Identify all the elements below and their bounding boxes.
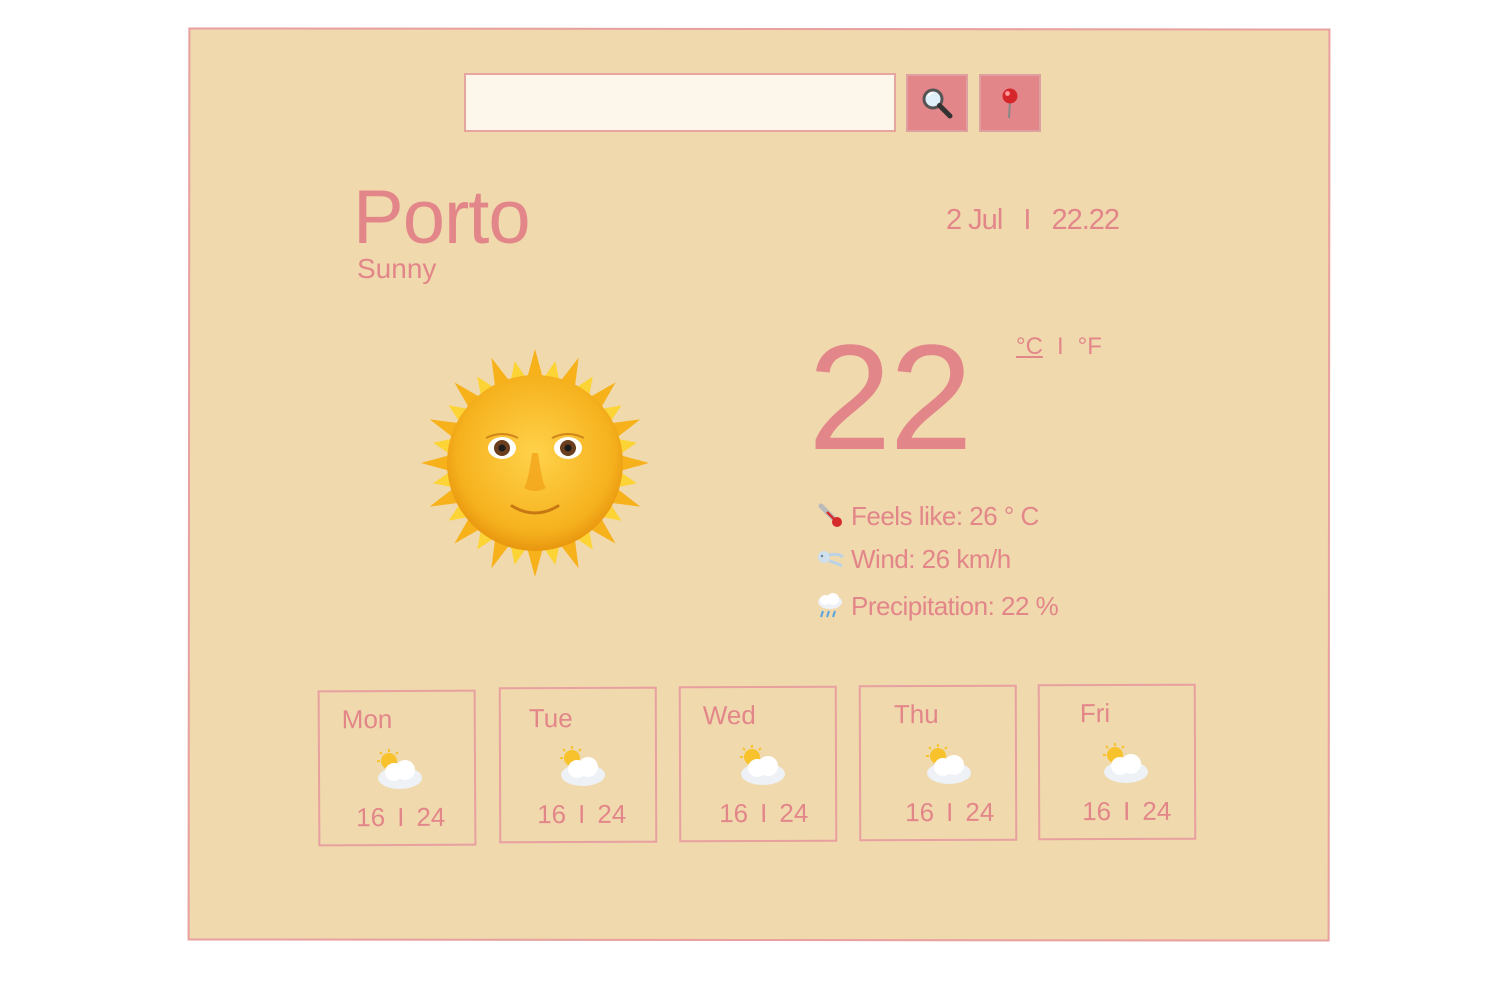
forecast-temp-range: 16 I 24: [719, 797, 809, 829]
celsius-link[interactable]: °C: [1016, 333, 1043, 360]
precipitation-text: Precipitation: 22 %: [851, 591, 1059, 621]
wind-row: Wind: 26 km/h: [815, 545, 1011, 573]
pushpin-icon: [1002, 88, 1018, 119]
date-separator: I: [1023, 204, 1031, 236]
forecast-max: 24: [779, 797, 809, 828]
forecast-temp-range: 16 I 24: [1082, 795, 1172, 827]
forecast-separator: I: [1123, 795, 1131, 826]
cloud-with-rain-icon: [818, 593, 842, 618]
forecast-day: Tue 16 I 24: [498, 686, 658, 844]
sun-behind-cloud-icon: [376, 749, 423, 789]
date-time: 2 Jul I 22.22: [946, 204, 1120, 236]
forecast-temp-range: 16 I 24: [537, 798, 627, 830]
forecast-max: 24: [597, 798, 627, 829]
forecast-day: Thu 16 I 24: [858, 684, 1018, 842]
current-temperature: 22: [808, 313, 973, 481]
forecast-separator: I: [946, 796, 954, 827]
forecast-day-name: Tue: [528, 703, 573, 734]
forecast-day-name: Fri: [1079, 698, 1111, 729]
forecast-max: 24: [1142, 795, 1172, 826]
forecast-max: 24: [416, 801, 446, 832]
wind-face-icon: [818, 551, 845, 568]
forecast-separator: I: [397, 801, 405, 832]
forecast-day-name: Wed: [702, 700, 756, 731]
sun-behind-cloud-icon: [739, 745, 786, 785]
magnifying-glass-icon: [922, 88, 953, 119]
forecast-separator: I: [760, 797, 768, 828]
feels-like-row: Feels like: 26 ° C: [815, 502, 1039, 530]
precipitation-row: Precipitation: 22 %: [815, 591, 1059, 621]
forecast-separator: I: [578, 798, 586, 829]
forecast-temp-range: 16 I 24: [905, 796, 995, 828]
location-button[interactable]: [979, 74, 1041, 132]
time: 22.22: [1051, 204, 1120, 236]
unit-separator: I: [1056, 333, 1064, 360]
forecast-day: Wed 16 I 24: [678, 685, 838, 843]
forecast-day: Fri 16 I 24: [1037, 683, 1197, 841]
forecast-day-name: Mon: [341, 704, 393, 735]
forecast-min: 16: [537, 799, 567, 830]
forecast-min: 16: [719, 798, 749, 829]
sun-behind-cloud-icon: [925, 743, 972, 784]
sun-behind-cloud-icon: [559, 746, 606, 786]
sun-behind-cloud-icon: [1102, 743, 1149, 783]
forecast-min: 16: [1082, 796, 1112, 827]
forecast-temp-range: 16 I 24: [356, 801, 446, 833]
feels-like-text: Feels like: 26 ° C: [851, 501, 1039, 531]
date: 2 Jul: [946, 204, 1003, 236]
search-button[interactable]: [906, 74, 968, 132]
unit-toggle: °C I °F: [1016, 335, 1102, 359]
weather-condition: Sunny: [357, 253, 437, 284]
thermometer-icon: [818, 503, 842, 527]
forecast-min: 16: [356, 802, 386, 833]
city-name: Porto: [353, 175, 531, 260]
fahrenheit-link[interactable]: °F: [1078, 333, 1102, 360]
forecast-max: 24: [965, 796, 995, 827]
sun-with-face-icon: [421, 349, 649, 577]
search-input[interactable]: [464, 73, 896, 132]
wind-text: Wind: 26 km/h: [851, 544, 1011, 574]
forecast-day: Mon 16 I 24: [317, 689, 477, 847]
forecast-day-name: Thu: [893, 698, 939, 730]
forecast-min: 16: [905, 797, 935, 828]
